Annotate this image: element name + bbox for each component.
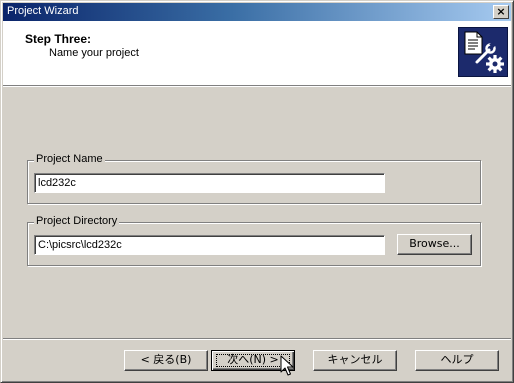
close-button[interactable]: × [493, 5, 509, 19]
footer-divider-highlight [3, 339, 511, 340]
wizard-header: Step Three: Name your project [3, 21, 511, 85]
step-title: Step Three: [25, 32, 92, 46]
project-directory-label: Project Directory [34, 215, 120, 227]
close-icon: × [496, 5, 506, 18]
project-directory-input[interactable]: C:\picsrc\lcd232c [34, 235, 385, 255]
back-button[interactable]: < 戻る(B) [124, 350, 208, 371]
project-name-label: Project Name [34, 153, 105, 165]
project-name-group: Project Name lcd232c [27, 153, 481, 204]
cancel-button[interactable]: キャンセル [313, 350, 397, 371]
title-bar[interactable]: Project Wizard × [3, 3, 511, 21]
document-wrench-gear-icon [464, 31, 504, 73]
project-directory-group: Project Directory C:\picsrc\lcd232c Brow… [27, 215, 481, 266]
window-title: Project Wizard [7, 5, 79, 17]
help-button[interactable]: ヘルプ [415, 350, 499, 371]
project-wizard-icon [458, 27, 508, 77]
browse-button[interactable]: Browse... [397, 234, 472, 255]
header-divider-highlight [3, 86, 511, 87]
project-wizard-window: Project Wizard × Step Three: Name your p… [0, 0, 514, 383]
step-subtitle: Name your project [49, 47, 139, 59]
mouse-pointer-icon [280, 355, 294, 376]
project-name-input[interactable]: lcd232c [34, 173, 385, 193]
focus-indicator [216, 354, 290, 367]
